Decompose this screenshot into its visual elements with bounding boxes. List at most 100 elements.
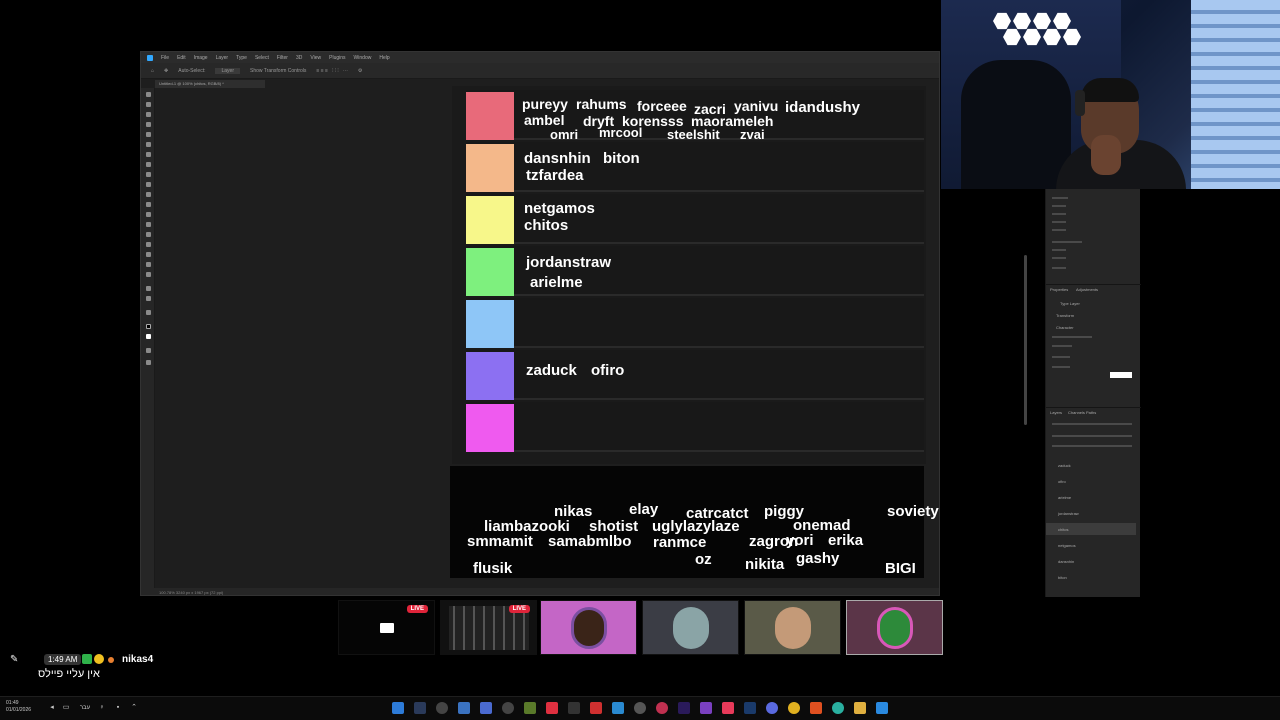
- properties-tab[interactable]: Properties: [1050, 287, 1068, 292]
- eraser-tool-icon[interactable]: [146, 202, 151, 207]
- layer-item[interactable]: dansnhin: [1058, 559, 1074, 564]
- app-icon-3[interactable]: [436, 702, 448, 714]
- layers-tab[interactable]: Layers: [1050, 410, 1062, 415]
- zoom-tool-icon[interactable]: [146, 296, 151, 301]
- app-icon-5[interactable]: [480, 702, 492, 714]
- layer-item[interactable]: jordanstraw: [1058, 511, 1079, 516]
- history-item[interactable]: [1052, 213, 1066, 215]
- menu-image[interactable]: Image: [194, 55, 208, 61]
- channels-tab[interactable]: Channels: [1068, 410, 1085, 415]
- path-select-icon[interactable]: [146, 262, 151, 267]
- blur-tool-icon[interactable]: [146, 222, 151, 227]
- ps-logo-icon[interactable]: [147, 54, 153, 61]
- history-item[interactable]: [1052, 249, 1066, 251]
- premiere-icon[interactable]: [678, 702, 690, 714]
- app-icon-14[interactable]: [744, 702, 756, 714]
- menu-plugins[interactable]: Plugins: [329, 55, 345, 61]
- history-brush-icon[interactable]: [146, 192, 151, 197]
- layer-item[interactable]: netgamos: [1058, 543, 1076, 548]
- home-icon[interactable]: ⌂: [151, 68, 154, 74]
- discord-icon[interactable]: [766, 702, 778, 714]
- stream-tile-6[interactable]: [846, 600, 943, 655]
- brush-tool-icon[interactable]: [146, 172, 151, 177]
- history-item[interactable]: [1052, 229, 1066, 231]
- app-icon-9[interactable]: [568, 702, 580, 714]
- menu-select[interactable]: Select: [255, 55, 269, 61]
- dodge-tool-icon[interactable]: [146, 232, 151, 237]
- history-item[interactable]: [1052, 221, 1066, 223]
- font-style-dropdown[interactable]: [1052, 345, 1072, 347]
- chrome-icon[interactable]: [788, 702, 800, 714]
- settings-icon[interactable]: ⚙: [358, 68, 362, 74]
- quick-mask-icon[interactable]: [146, 348, 151, 353]
- color-swatch[interactable]: [1110, 372, 1132, 378]
- lasso-tool-icon[interactable]: [146, 112, 151, 117]
- menu-layer[interactable]: Layer: [216, 55, 229, 61]
- menu-type[interactable]: Type: [236, 55, 247, 61]
- app-icon-1[interactable]: [392, 702, 404, 714]
- menu-filter[interactable]: Filter: [277, 55, 288, 61]
- menu-edit[interactable]: Edit: [177, 55, 186, 61]
- frame-tool-icon[interactable]: [146, 142, 151, 147]
- layer-item[interactable]: chitos: [1058, 527, 1068, 532]
- gradient-tool-icon[interactable]: [146, 212, 151, 217]
- stamp-tool-icon[interactable]: [146, 182, 151, 187]
- app-icon-11[interactable]: [612, 702, 624, 714]
- app-icon-10[interactable]: [590, 702, 602, 714]
- settings-icon[interactable]: [634, 702, 646, 714]
- layer-item[interactable]: biton: [1058, 575, 1067, 580]
- app-icon-2[interactable]: [414, 702, 426, 714]
- edge-icon[interactable]: [832, 702, 844, 714]
- background-color-icon[interactable]: [146, 334, 151, 339]
- app-icon-12[interactable]: [656, 702, 668, 714]
- app-icon-8[interactable]: [546, 702, 558, 714]
- eyedropper-tool-icon[interactable]: [146, 152, 151, 157]
- tray-app-icon[interactable]: ▪: [114, 704, 122, 712]
- brave-icon[interactable]: [810, 702, 822, 714]
- menu-window[interactable]: Window: [354, 55, 372, 61]
- shape-tool-icon[interactable]: [146, 272, 151, 277]
- font-size-field[interactable]: [1052, 356, 1070, 358]
- character-section[interactable]: Character: [1056, 325, 1074, 330]
- app-icon-4[interactable]: [458, 702, 470, 714]
- quick-select-tool-icon[interactable]: [146, 122, 151, 127]
- auto-select-checkbox[interactable]: Auto-Select:: [178, 68, 205, 74]
- history-item[interactable]: [1052, 205, 1066, 207]
- speaker-icon[interactable]: ◂: [48, 704, 56, 712]
- type-tool-icon[interactable]: [146, 252, 151, 257]
- document-tab[interactable]: Untitled-1 @ 100% (chitos, RGB/8) *: [155, 80, 265, 88]
- lock-bar[interactable]: [1052, 445, 1132, 447]
- layer-filter-bar[interactable]: [1052, 423, 1132, 425]
- blend-mode-bar[interactable]: [1052, 435, 1132, 437]
- windows-start-icon[interactable]: [876, 702, 888, 714]
- layer-item[interactable]: zaduck: [1058, 463, 1071, 468]
- folder-icon[interactable]: [854, 702, 866, 714]
- tracking-field[interactable]: [1052, 366, 1070, 368]
- app-icon-7[interactable]: [524, 702, 536, 714]
- move-tool-icon[interactable]: ✥: [164, 68, 168, 74]
- font-family-dropdown[interactable]: [1052, 336, 1092, 338]
- stream-tile-4[interactable]: [642, 600, 739, 655]
- show-transform-checkbox[interactable]: Show Transform Controls: [250, 68, 306, 74]
- marquee-tool-icon[interactable]: [146, 102, 151, 107]
- transform-section[interactable]: Transform: [1056, 313, 1074, 318]
- menu-help[interactable]: Help: [379, 55, 389, 61]
- stream-tile-2[interactable]: LIVE: [440, 600, 537, 655]
- history-item[interactable]: [1052, 257, 1066, 259]
- layer-item[interactable]: arielme: [1058, 495, 1071, 500]
- healing-tool-icon[interactable]: [146, 162, 151, 167]
- taskbar-clock[interactable]: 01:49 01/01/2026: [6, 700, 31, 714]
- adjustments-tab[interactable]: Adjustments: [1076, 287, 1098, 292]
- language-indicator[interactable]: עבר: [78, 704, 92, 712]
- stream-tile-5[interactable]: [744, 600, 841, 655]
- auto-select-target[interactable]: Layer: [215, 67, 240, 74]
- history-item[interactable]: [1052, 267, 1066, 269]
- menu-3d[interactable]: 3D: [296, 55, 302, 61]
- screen-mode-icon[interactable]: [146, 360, 151, 365]
- history-item[interactable]: [1052, 241, 1082, 243]
- chevron-up-icon[interactable]: ⌃: [130, 704, 138, 712]
- stream-tile-1[interactable]: LIVE: [338, 600, 435, 655]
- canvas-scrollbar[interactable]: [1024, 255, 1027, 425]
- more-tools-icon[interactable]: [146, 310, 151, 315]
- align-icons[interactable]: ≡ ≡ ≡ ⫶ ⫶ ⫶ ⋯: [316, 68, 347, 74]
